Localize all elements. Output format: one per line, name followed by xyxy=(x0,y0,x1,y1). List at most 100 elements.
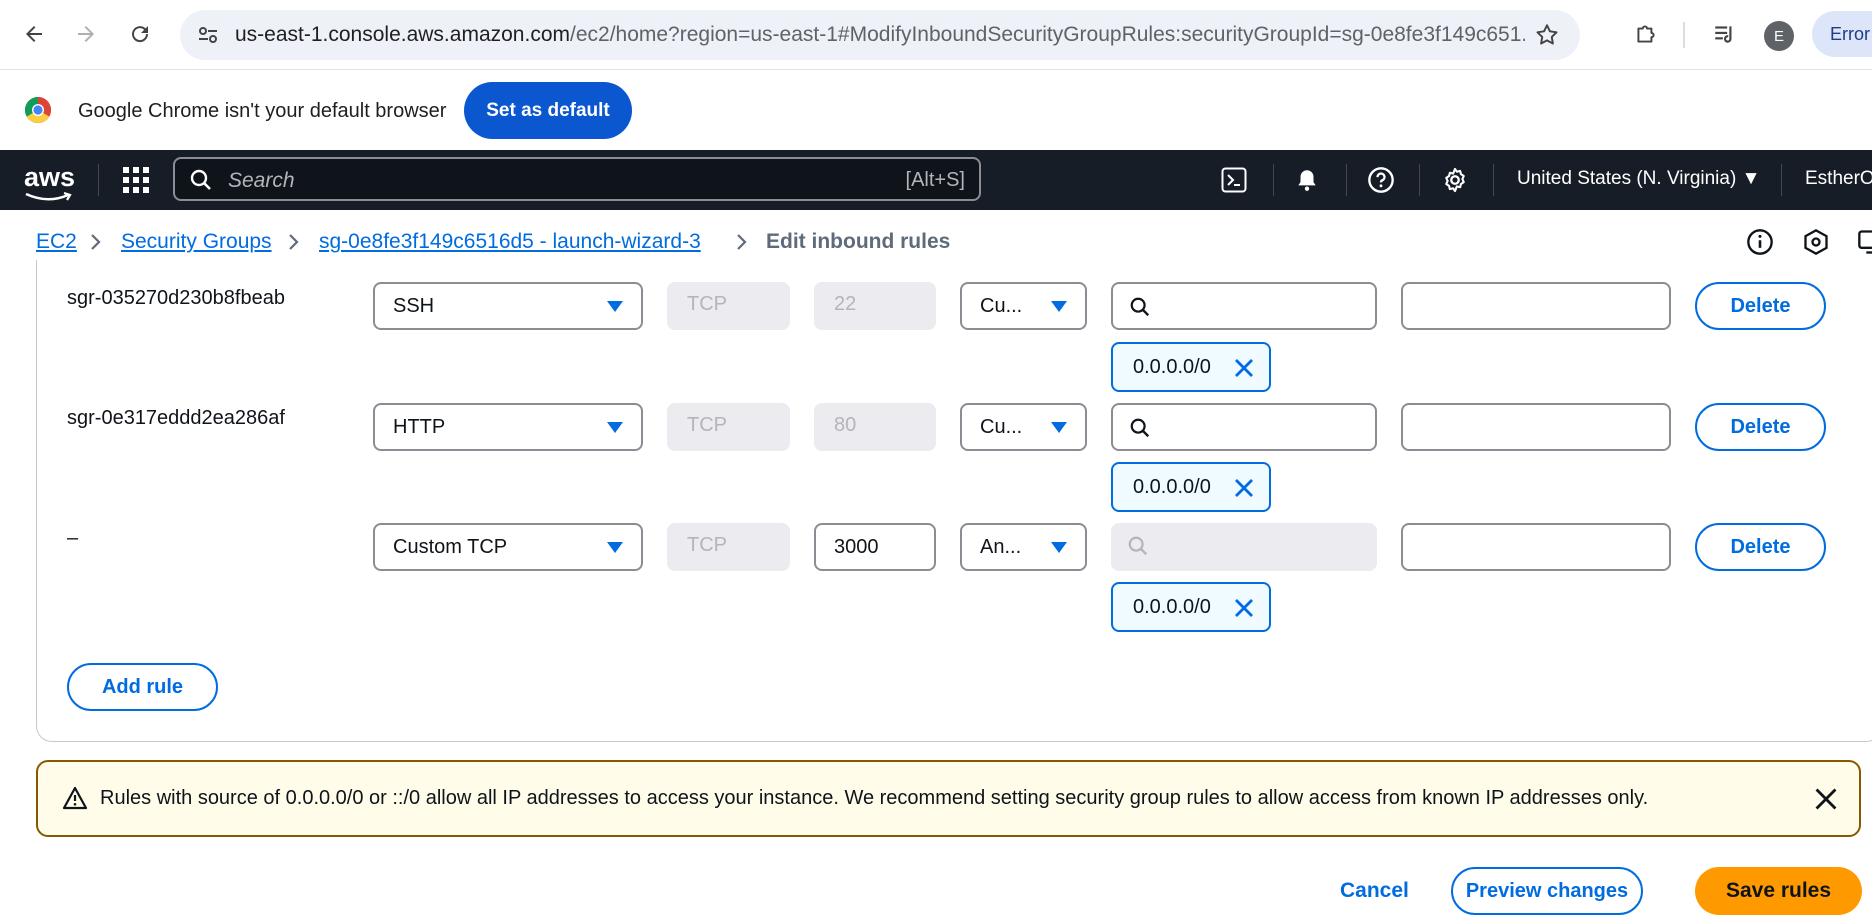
cloudshell-button[interactable] xyxy=(1218,164,1250,196)
caret-down-icon xyxy=(607,301,623,312)
url-text: us-east-1.console.aws.amazon.com/ec2/hom… xyxy=(235,23,1525,47)
url-path: /ec2/home?region=us-east-1#ModifyInbound… xyxy=(570,23,1525,46)
warning-icon xyxy=(62,786,88,810)
close-icon[interactable] xyxy=(1813,786,1839,812)
profile-avatar[interactable]: E xyxy=(1764,21,1794,51)
account-menu[interactable]: EstherO xyxy=(1805,168,1872,190)
aws-smile-icon xyxy=(25,192,72,201)
search-icon xyxy=(1130,297,1150,317)
aws-top-nav: aws Search [Alt+S] United States (N. Vir… xyxy=(0,150,1872,210)
protocol-field: TCP xyxy=(667,282,790,330)
breadcrumb-security-group-id[interactable]: sg-0e8fe3f149c6516d5 - launch-wizard-3 xyxy=(319,230,701,254)
services-grid-icon[interactable] xyxy=(122,166,150,194)
settings-button[interactable] xyxy=(1439,164,1471,196)
chevron-right-icon xyxy=(91,234,101,250)
preview-changes-button[interactable]: Preview changes xyxy=(1451,867,1643,915)
console-icon[interactable] xyxy=(1857,228,1872,256)
info-icon[interactable] xyxy=(1746,228,1774,256)
description-input[interactable] xyxy=(1401,282,1671,330)
caret-down-icon xyxy=(1051,301,1067,312)
feedback-icon[interactable] xyxy=(1802,228,1830,256)
cancel-button[interactable]: Cancel xyxy=(1340,879,1409,903)
default-browser-infobar: Google Chrome isn't your default browser… xyxy=(0,70,1872,150)
rule-type-value: HTTP xyxy=(393,416,446,438)
chrome-logo-icon xyxy=(24,96,52,124)
caret-down-icon xyxy=(1051,422,1067,433)
source-type-value: Cu... xyxy=(980,416,1023,438)
rule-type-select[interactable]: Custom TCP xyxy=(373,523,643,571)
source-type-select[interactable]: An... xyxy=(960,523,1087,571)
help-button[interactable] xyxy=(1365,164,1397,196)
profile-error-chip[interactable]: Error xyxy=(1812,11,1872,57)
region-selector[interactable]: United States (N. Virginia) ▼ xyxy=(1517,168,1760,190)
reload-icon xyxy=(132,26,149,43)
add-rule-button[interactable]: Add rule xyxy=(67,663,218,711)
back-button[interactable] xyxy=(14,14,54,54)
save-rules-button[interactable]: Save rules xyxy=(1695,867,1862,915)
toolbar-divider xyxy=(1683,22,1685,48)
rule-type-value: SSH xyxy=(393,295,435,317)
url-host: us-east-1.console.aws.amazon.com xyxy=(235,23,570,46)
browser-toolbar: us-east-1.console.aws.amazon.com/ec2/hom… xyxy=(0,0,1872,70)
rule-id: sgr-0e317eddd2ea286af xyxy=(67,407,285,429)
source-search-input xyxy=(1111,523,1377,571)
set-as-default-button[interactable]: Set as default xyxy=(464,82,632,139)
help-icon xyxy=(1368,167,1394,193)
delete-rule-button[interactable]: Delete xyxy=(1695,403,1826,451)
extensions-button[interactable] xyxy=(1626,14,1666,54)
nav-divider xyxy=(1419,164,1420,196)
protocol-field: TCP xyxy=(667,523,790,571)
delete-rule-button[interactable]: Delete xyxy=(1695,523,1826,571)
search-icon xyxy=(190,169,211,190)
search-shortcut: [Alt+S] xyxy=(905,169,965,191)
source-type-select[interactable]: Cu... xyxy=(960,403,1087,451)
search-icon xyxy=(1128,536,1148,556)
rule-type-value: Custom TCP xyxy=(393,536,508,558)
source-type-select[interactable]: Cu... xyxy=(960,282,1087,330)
rule-type-select[interactable]: SSH xyxy=(373,282,643,330)
cidr-token: 0.0.0.0/0 xyxy=(1111,582,1271,632)
star-icon[interactable] xyxy=(1534,22,1560,48)
caret-down-icon xyxy=(607,422,623,433)
breadcrumb-ec2[interactable]: EC2 xyxy=(36,230,77,254)
cidr-token: 0.0.0.0/0 xyxy=(1111,462,1271,512)
source-search-input[interactable] xyxy=(1111,282,1377,330)
close-icon[interactable] xyxy=(1233,597,1255,619)
rule-id: sgr-035270d230b8fbeab xyxy=(67,287,285,309)
infobar-message: Google Chrome isn't your default browser xyxy=(78,100,447,122)
arrow-left-icon xyxy=(26,26,42,42)
delete-rule-button[interactable]: Delete xyxy=(1695,282,1826,330)
nav-divider xyxy=(98,164,99,196)
nav-divider xyxy=(1781,164,1782,196)
gear-icon xyxy=(1445,167,1465,193)
port-range-input[interactable]: 3000 xyxy=(814,523,936,571)
description-input[interactable] xyxy=(1401,403,1671,451)
cidr-token-value: 0.0.0.0/0 xyxy=(1133,356,1211,378)
cidr-token: 0.0.0.0/0 xyxy=(1111,342,1271,392)
chevron-right-icon xyxy=(737,234,747,250)
site-settings-icon[interactable] xyxy=(196,23,220,47)
aws-logo[interactable]: aws xyxy=(24,162,75,193)
rule-type-select[interactable]: HTTP xyxy=(373,403,643,451)
notifications-button[interactable] xyxy=(1291,164,1323,196)
source-type-value: An... xyxy=(980,536,1022,558)
cidr-token-value: 0.0.0.0/0 xyxy=(1133,596,1211,618)
source-search-input[interactable] xyxy=(1111,403,1377,451)
playlist-icon xyxy=(1715,26,1732,43)
close-icon[interactable] xyxy=(1233,357,1255,379)
puzzle-icon xyxy=(1637,25,1655,43)
nav-divider xyxy=(1346,164,1347,196)
close-icon[interactable] xyxy=(1233,477,1255,499)
aws-search-input[interactable]: Search [Alt+S] xyxy=(173,157,981,201)
address-bar[interactable]: us-east-1.console.aws.amazon.com/ec2/hom… xyxy=(180,10,1580,60)
nav-divider xyxy=(1273,164,1274,196)
caret-down-icon xyxy=(1051,542,1067,553)
reload-button[interactable] xyxy=(120,14,160,54)
breadcrumb-security-groups[interactable]: Security Groups xyxy=(121,230,272,254)
forward-button[interactable] xyxy=(66,14,106,54)
description-input[interactable] xyxy=(1401,523,1671,571)
media-controls-button[interactable] xyxy=(1705,14,1745,54)
rule-id: – xyxy=(67,527,79,549)
inbound-rules-panel xyxy=(36,260,1872,742)
search-icon xyxy=(1130,418,1150,438)
